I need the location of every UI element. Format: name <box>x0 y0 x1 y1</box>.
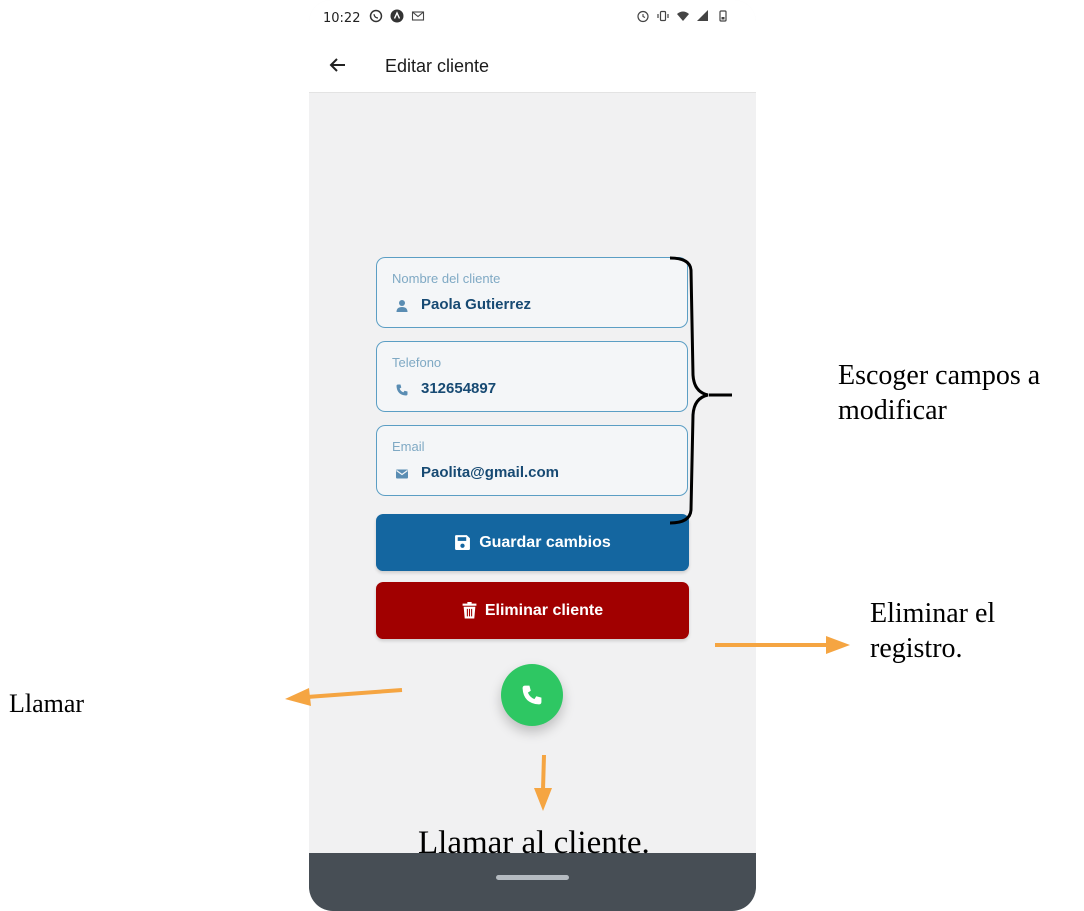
vibrate-icon <box>657 10 669 22</box>
annotation-delete-record: Eliminar el registro. <box>870 598 996 664</box>
home-indicator[interactable] <box>496 875 569 880</box>
page-title: Editar cliente <box>385 56 490 76</box>
app-bar: Editar cliente <box>309 38 756 93</box>
notification-icon <box>390 9 404 23</box>
email-label: Email <box>392 439 425 454</box>
phone-screen: 10:22 Editar cliente Nombre del cliente … <box>309 0 756 911</box>
email-value: Paolita@gmail.com <box>421 464 559 481</box>
status-bar: 10:22 <box>309 0 756 38</box>
alarm-icon <box>637 10 649 23</box>
person-icon <box>396 300 408 312</box>
wifi-icon <box>677 11 689 21</box>
mail-icon <box>396 469 408 479</box>
annotation-call-client: Llamar al cliente. <box>418 825 650 861</box>
email-field[interactable]: Email Paolita@gmail.com <box>376 425 688 496</box>
annotation-choose-fields: Escoger campos a modificar <box>838 360 1041 426</box>
call-client-button[interactable] <box>501 664 563 726</box>
phone-label: Telefono <box>392 355 442 370</box>
delete-client-label: Eliminar cliente <box>484 601 604 619</box>
status-time: 10:22 <box>323 11 361 26</box>
annotation-call: Llamar <box>9 689 85 718</box>
trash-icon <box>462 602 477 619</box>
back-arrow-icon[interactable] <box>327 54 349 76</box>
client-name-value: Paola Gutierrez <box>421 296 532 313</box>
phone-field[interactable]: Telefono 312654897 <box>376 341 688 412</box>
whatsapp-icon <box>369 9 383 23</box>
signal-icon <box>697 10 708 21</box>
delete-client-button[interactable]: Eliminar cliente <box>376 582 689 639</box>
phone-icon <box>522 685 542 705</box>
phone-value: 312654897 <box>421 380 497 397</box>
save-changes-button[interactable]: Guardar cambios <box>376 514 689 571</box>
save-changes-label: Guardar cambios <box>479 533 611 551</box>
phone-icon <box>396 384 408 396</box>
mail-icon <box>411 11 425 21</box>
floppy-disk-icon <box>455 535 471 550</box>
client-name-label: Nombre del cliente <box>392 271 501 286</box>
client-name-field[interactable]: Nombre del cliente Paola Gutierrez <box>376 257 688 328</box>
battery-icon <box>719 10 727 22</box>
